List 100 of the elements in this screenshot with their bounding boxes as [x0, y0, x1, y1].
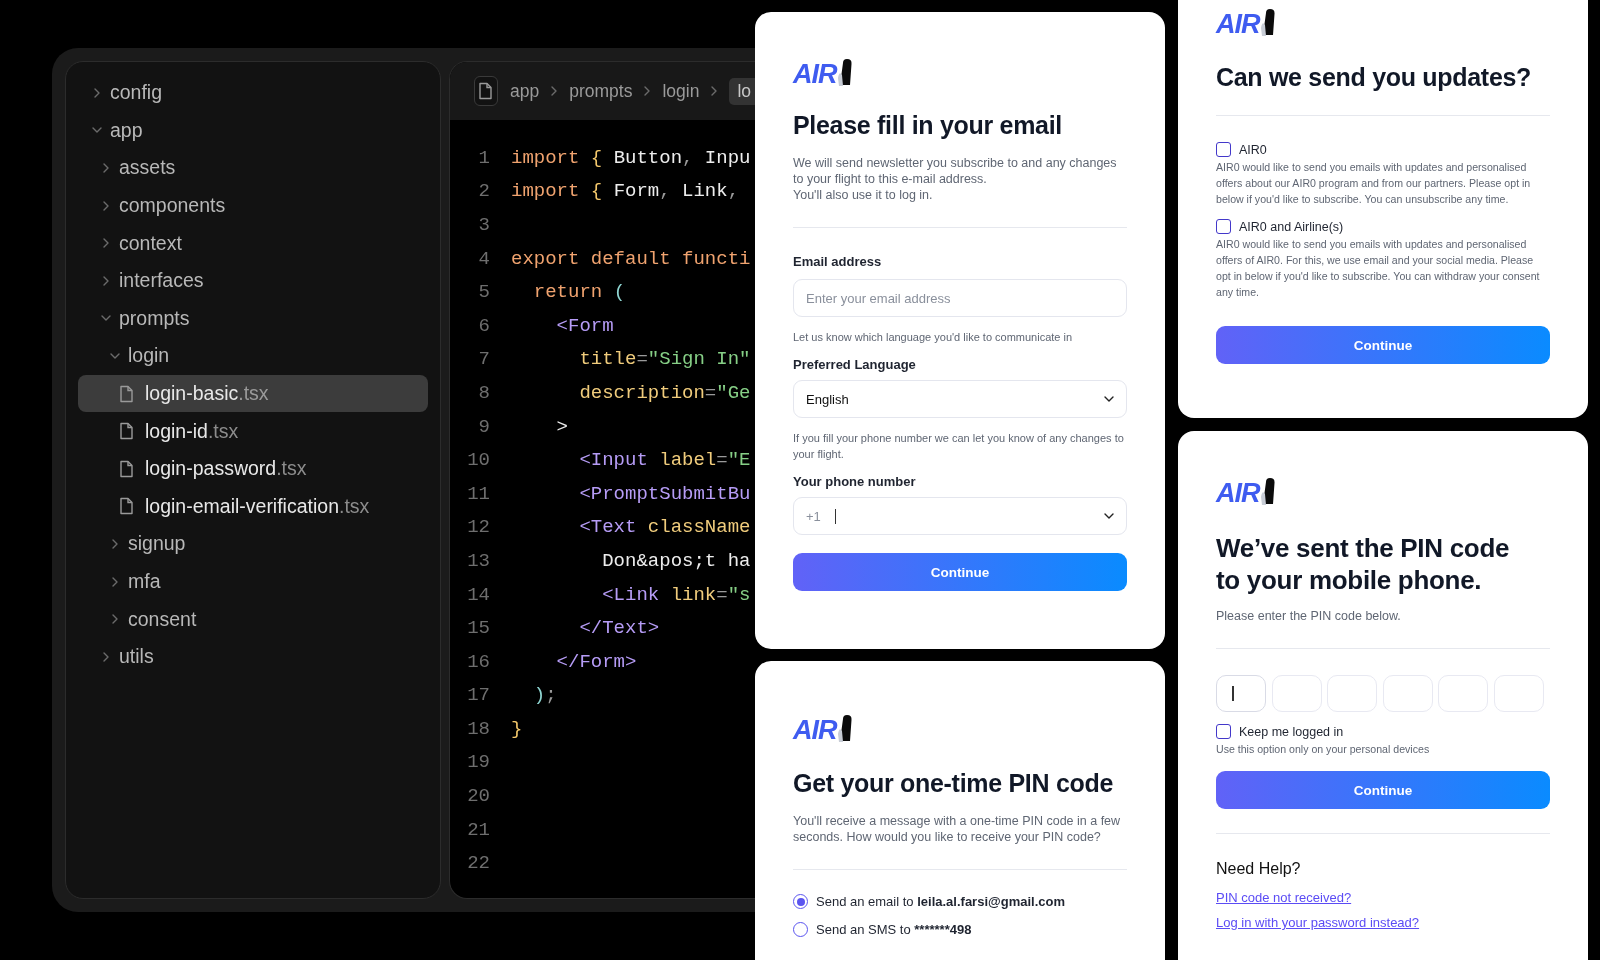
code-line: title="Sign In"	[578, 348, 751, 371]
chevron-right-icon	[101, 162, 111, 174]
code-line: Don&apos;t ha	[601, 549, 751, 572]
line-number: 6	[477, 314, 490, 337]
file-tab[interactable]: lo	[729, 77, 755, 105]
logo-shape-icon	[836, 715, 853, 743]
card-title: Can we send you updates?	[1216, 62, 1533, 93]
breadcrumb-item[interactable]: login	[662, 80, 700, 102]
line-number: 15	[466, 617, 490, 640]
file-item[interactable]: login-id.tsx	[78, 412, 428, 450]
help-link[interactable]: Log in with your password instead?	[1216, 915, 1420, 930]
code-line: </Text>	[578, 617, 660, 640]
description-text: We will send newsletter you subscribe to and any changes to your flight to this e-mail address. You'll also use it to log in.	[793, 155, 1118, 203]
folder-item[interactable]: context	[78, 224, 428, 262]
description-text: You'll receive a message with a one-time PIN code in a few seconds. How would you like to receive your PIN code?	[793, 813, 1122, 845]
folder-item[interactable]: login	[78, 337, 428, 375]
line-number: 13	[466, 549, 490, 572]
hint-text: Let us know which language you'd like to communicate in	[793, 330, 1074, 345]
line-number: 3	[477, 214, 490, 236]
chevron-right-icon	[101, 274, 111, 287]
card-title: Get your one-time PIN code	[793, 768, 1115, 799]
folder-item[interactable]: signup	[78, 525, 428, 563]
line-number: 9	[477, 415, 490, 438]
card-title: Please fill in your email	[793, 110, 1063, 141]
folder-item[interactable]: prompts	[78, 299, 428, 338]
help-link[interactable]: PIN code not received?	[1216, 890, 1352, 905]
folder-item[interactable]: components	[78, 186, 428, 225]
code-line: <PromptSubmitBu	[578, 482, 751, 505]
code-line: <Link link="s	[601, 583, 751, 606]
folder-item[interactable]: mfa	[78, 562, 428, 601]
chevron-right-icon	[101, 650, 111, 663]
file-icon	[119, 497, 134, 516]
checkbox[interactable]	[1216, 142, 1231, 157]
email-field[interactable]: Enter your email address	[793, 279, 1127, 317]
continue-button[interactable]: Continue	[793, 553, 1127, 591]
file-icon	[119, 459, 134, 478]
line-number: 17	[466, 684, 490, 707]
folder-item[interactable]: assets	[78, 149, 428, 187]
line-number: 20	[466, 785, 490, 808]
code-line: >	[555, 415, 568, 438]
field-label: Your phone number	[793, 474, 917, 489]
breadcrumb-item[interactable]: app	[509, 80, 540, 102]
file-icon	[119, 384, 134, 403]
line-number: 21	[466, 818, 490, 841]
logo-text: AIR	[1216, 480, 1260, 506]
file-item[interactable]: login-password.tsx	[78, 449, 428, 488]
continue-button[interactable]: Continue	[1216, 326, 1550, 364]
checkbox[interactable]	[1216, 219, 1231, 234]
line-number: 10	[466, 449, 490, 472]
chevron-right-icon	[110, 613, 120, 626]
line-number: 11	[466, 482, 490, 505]
code-line: export default functi	[511, 247, 751, 270]
folder-item[interactable]: utils	[78, 637, 428, 676]
file-item[interactable]: login-basic.tsx	[78, 374, 428, 413]
code-line: <Form	[555, 314, 614, 337]
code-line: return (	[532, 281, 626, 304]
checkbox-label: Keep me logged in	[1239, 724, 1344, 739]
line-number: 22	[466, 852, 490, 875]
code-line: description="Ge	[578, 381, 751, 404]
line-number: 1	[477, 146, 490, 169]
radio-button[interactable]	[793, 894, 808, 909]
breadcrumb-item[interactable]: prompts	[569, 80, 633, 102]
folder-item[interactable]: consent	[78, 600, 428, 638]
hint-text: If you fill your phone number we can let you know of any changes to your flight.	[793, 431, 1125, 462]
checkbox[interactable]	[1216, 724, 1231, 739]
file-button[interactable]	[474, 76, 498, 106]
line-number: 7	[477, 348, 490, 371]
code-line: }	[511, 717, 523, 740]
radio-label: Send an SMS to *******498	[816, 922, 972, 937]
logo-shape-icon	[1259, 9, 1276, 37]
line-number: 8	[477, 381, 490, 404]
line-number: 16	[466, 650, 490, 673]
line-number: 2	[477, 180, 490, 203]
logo-text: AIR	[793, 717, 837, 743]
language-select[interactable]: English	[793, 380, 1127, 418]
card-title: We’ve sent the PIN code to your mobile phone.	[1216, 532, 1511, 596]
radio-button[interactable]	[793, 922, 808, 937]
folder-item[interactable]: interfaces	[78, 261, 428, 300]
field-label: Preferred Language	[793, 357, 917, 372]
checkbox-description: AIR0 would like to send you emails with updates and personalised offers of AIR0. For this, we use email and your social media. Please opt in below if you'd like to subscribe. You can withdraw your consent any time.	[1216, 237, 1541, 300]
pin-digit-field[interactable]	[1216, 675, 1266, 712]
checkbox-label: AIR0 and Airline(s)	[1239, 219, 1344, 234]
folder-item[interactable]: app	[78, 111, 428, 150]
folder-item[interactable]: config	[78, 74, 428, 112]
file-icon	[478, 82, 494, 100]
line-number: 5	[477, 281, 490, 304]
chevron-right-icon	[92, 86, 102, 99]
line-number: 4	[477, 247, 490, 270]
file-item[interactable]: login-email-verification.tsx	[78, 487, 428, 526]
logo-shape-icon	[1259, 478, 1276, 506]
line-number: 18	[466, 717, 490, 740]
file-icon	[119, 422, 134, 441]
code-line: </Form>	[555, 650, 637, 673]
code-line: <Input label="E	[578, 449, 751, 472]
continue-button[interactable]: Continue	[1216, 771, 1550, 809]
chevron-right-icon	[110, 537, 120, 550]
code-line: import { Button, Inpu	[511, 146, 751, 169]
help-heading: Need Help?	[1216, 860, 1302, 878]
checkbox-label: AIR0	[1239, 142, 1267, 157]
code-line: <Text className	[578, 516, 751, 539]
